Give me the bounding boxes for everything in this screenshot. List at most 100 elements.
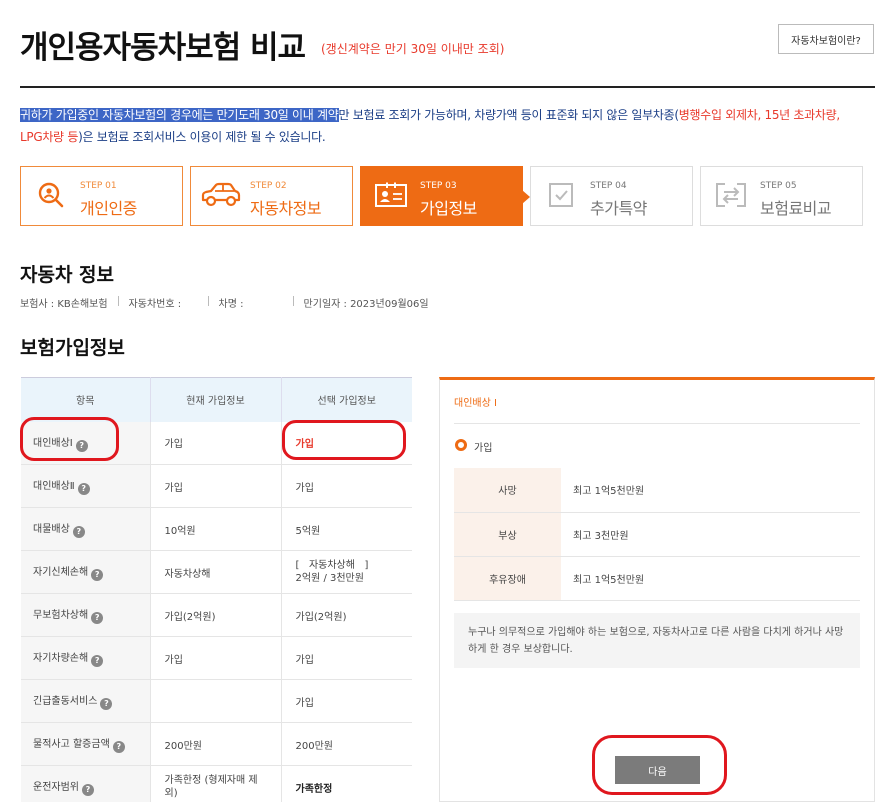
insurer-label: 보험사 : KB손해보험 <box>20 299 108 310</box>
step-5[interactable]: STEP 05 보험료비교 <box>700 166 863 226</box>
item-cell: 대인배상Ⅱ? <box>21 464 151 508</box>
table-row[interactable]: 무보험차상해? 가입(2억원) 가입(2억원) <box>21 593 412 637</box>
table-row[interactable]: 긴급출동서비스? 가입 <box>21 679 412 723</box>
help-icon[interactable]: ? <box>112 741 125 753</box>
help-icon[interactable]: ? <box>91 612 104 624</box>
checkbox-icon <box>543 180 579 210</box>
col-header-item: 항목 <box>21 377 151 422</box>
detail-panel: 대인배상 I 가입 사망 최고 1억5천만원 부상 최고 3천만원 후유장애 최… <box>439 377 875 802</box>
table-row[interactable]: 운전자범위? 가족한정 (형제자매 제외) 가족한정 <box>21 765 412 802</box>
current-cell: 가입(2억원) <box>150 593 282 637</box>
step-3[interactable]: STEP 03 가입정보 <box>360 166 530 226</box>
item-label: 긴급출동서비스 <box>33 696 98 707</box>
help-button[interactable]: 자동차보험이란? <box>778 24 874 54</box>
selected-cell[interactable]: 200만원 <box>281 722 412 766</box>
selected-cell[interactable]: 5억원 <box>281 507 412 551</box>
selected-cell[interactable]: 가입(2억원) <box>281 593 412 637</box>
page-title: 개인용자동차보험 비교 <box>20 30 306 66</box>
selected-cell[interactable]: 가입 <box>281 679 412 723</box>
table-row[interactable]: 대인배상Ⅰ? 가입 가입 <box>21 421 412 465</box>
help-icon[interactable]: ? <box>91 569 104 581</box>
step-number: STEP 01 <box>80 181 117 191</box>
car-icon <box>199 180 243 210</box>
item-label: 자기신체손해 <box>33 567 89 578</box>
help-icon[interactable]: ? <box>77 483 90 495</box>
selected-line-2: 2억원 / 3천만원 <box>295 573 364 584</box>
item-cell: 무보험차상해? <box>21 593 151 637</box>
coverage-label: 후유장애 <box>454 556 561 601</box>
table-row: 후유장애 최고 1억5천만원 <box>454 556 860 601</box>
coverage-label: 사망 <box>454 468 561 513</box>
step-name: 추가특약 <box>590 199 647 218</box>
step-number: STEP 03 <box>420 181 457 191</box>
notice-text: 귀하가 가입중인 자동차보험의 경우에는 만기도래 30일 이내 계약만 보험료… <box>20 104 880 148</box>
help-icon[interactable]: ? <box>75 439 88 452</box>
item-label: 운전자범위 <box>33 782 79 793</box>
insurance-info-title: 보험가입정보 <box>20 337 125 359</box>
help-icon[interactable]: ? <box>100 698 113 710</box>
option-label[interactable]: 가입 <box>474 439 492 454</box>
step-number: STEP 05 <box>760 181 797 191</box>
car-info-line: 보험사 : KB손해보험 자동차번호 : 차명 : 만기일자 : 2023년09… <box>20 295 429 310</box>
expiry-label: 만기일자 : 2023년09월06일 <box>303 299 429 310</box>
title-divider <box>20 86 875 88</box>
help-icon[interactable]: ? <box>72 526 85 538</box>
step-name: 가입정보 <box>420 199 477 218</box>
table-row: 사망 최고 1억5천만원 <box>454 468 860 513</box>
table-row[interactable]: 자기차량손해? 가입 가입 <box>21 636 412 680</box>
selected-cell[interactable]: 가입 <box>281 464 412 508</box>
help-icon[interactable]: ? <box>82 784 94 796</box>
next-button[interactable]: 다음 <box>615 756 700 784</box>
coverage-description: 누구나 의무적으로 가입해야 하는 보험으로, 자동차사고로 다른 사람을 다치… <box>454 613 860 668</box>
item-cell: 자기차량손해? <box>21 636 151 680</box>
current-cell: 200만원 <box>150 722 282 766</box>
help-icon[interactable]: ? <box>91 655 104 667</box>
car-name-label: 차명 : <box>218 299 244 310</box>
panel-title: 대인배상 I <box>454 398 497 409</box>
page-subtitle: (갱신계약은 만기 30일 이내만 조회) <box>321 42 505 56</box>
table-row[interactable]: 대물배상? 10억원 5억원 <box>21 507 412 551</box>
separator <box>292 296 294 306</box>
car-info-title: 자동차 정보 <box>20 264 115 286</box>
selected-cell[interactable]: 가입 <box>281 636 412 680</box>
current-cell: 가족한정 (형제자매 제외) <box>150 765 282 802</box>
option-radio[interactable] <box>455 439 467 451</box>
step-number: STEP 02 <box>250 181 287 191</box>
step-number: STEP 04 <box>590 181 627 191</box>
table-row[interactable]: 자기신체손해? 자동차상해 [ 자동차상해 ] 2억원 / 3천만원 <box>21 550 412 594</box>
col-header-selected: 선택 가입정보 <box>281 377 412 422</box>
item-label: 무보험차상해 <box>33 610 89 621</box>
current-cell: 10억원 <box>150 507 282 551</box>
current-cell: 가입 <box>150 636 282 680</box>
col-header-current: 현재 가입정보 <box>150 377 282 422</box>
step-name: 보험료비교 <box>760 199 832 218</box>
item-label: 대인배상Ⅱ <box>33 481 75 492</box>
step-name: 자동차정보 <box>250 199 322 218</box>
current-cell: 자동차상해 <box>150 550 282 594</box>
step-name: 개인인증 <box>80 199 137 218</box>
coverage-table: 사망 최고 1억5천만원 부상 최고 3천만원 후유장애 최고 1억5천만원 <box>454 468 860 601</box>
item-cell: 대인배상Ⅰ? <box>21 421 151 465</box>
item-cell: 대물배상? <box>21 507 151 551</box>
step-2[interactable]: STEP 02 자동차정보 <box>190 166 353 226</box>
table-row[interactable]: 대인배상Ⅱ? 가입 가입 <box>21 464 412 508</box>
selected-cell[interactable]: 가입 <box>281 421 412 465</box>
step-navigation: STEP 01 개인인증 STEP 02 자동차정보 STEP 03 가입정보 … <box>20 166 863 226</box>
selected-cell[interactable]: [ 자동차상해 ] 2억원 / 3천만원 <box>281 550 412 594</box>
item-label: 물적사고 할증금액 <box>33 739 110 750</box>
table-row[interactable]: 물적사고 할증금액? 200만원 200만원 <box>21 722 412 766</box>
coverage-label: 부상 <box>454 512 561 557</box>
item-cell: 물적사고 할증금액? <box>21 722 151 766</box>
notice-red1: 병행수입 외제차, 15년 초과차량, <box>678 108 840 122</box>
selected-cell[interactable]: 가족한정 <box>281 765 412 802</box>
step-4[interactable]: STEP 04 추가특약 <box>530 166 693 226</box>
item-label: 대인배상Ⅰ <box>33 437 73 449</box>
current-cell: 가입 <box>150 464 282 508</box>
table-header-row: 항목 현재 가입정보 선택 가입정보 <box>21 377 412 422</box>
notice-red2: LPG차량 등 <box>20 130 79 144</box>
notice-highlight: 귀하가 가입중인 자동차보험의 경우에는 만기도래 30일 이내 계약 <box>20 108 339 122</box>
table-row: 부상 최고 3천만원 <box>454 512 860 557</box>
item-label: 자기차량손해 <box>33 653 89 664</box>
current-cell: 가입 <box>150 421 282 465</box>
step-1[interactable]: STEP 01 개인인증 <box>20 166 183 226</box>
